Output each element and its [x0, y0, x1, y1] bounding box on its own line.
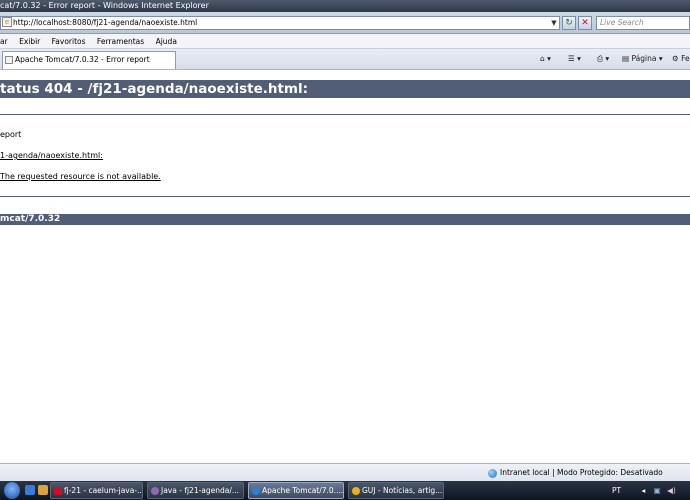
zone-text: Intranet local | Modo Protegido: Desativ… [500, 468, 663, 477]
menu-item-help[interactable]: Ajuda [156, 34, 177, 49]
tools-menu-label: Fe [681, 54, 690, 63]
address-url: http://localhost:8080/fj21-agenda/naoexi… [13, 18, 198, 27]
menu-item-favorites[interactable]: Favoritos [52, 34, 86, 49]
chevron-down-icon: ▾ [658, 54, 663, 63]
menu-item-edit[interactable]: ar [0, 34, 8, 49]
tray-arrow-icon[interactable]: ◂ [642, 486, 646, 495]
divider-bottom [0, 196, 690, 197]
page-menu-button[interactable]: ▤ Página ▾ [622, 53, 663, 65]
zone-indicator[interactable]: Intranet local | Modo Protegido: Desativ… [488, 464, 663, 482]
quicklaunch-ie-icon[interactable] [25, 485, 35, 495]
address-input[interactable]: http://localhost:8080/fj21-agenda/naoexi… [0, 16, 560, 30]
chrome-icon [352, 487, 360, 495]
page-menu-label: Página [631, 54, 657, 63]
window-title: cat/7.0.32 - Error report - Windows Inte… [0, 1, 209, 10]
window-title-bar: cat/7.0.32 - Error report - Windows Inte… [0, 0, 690, 12]
address-toolbar: http://localhost:8080/fj21-agenda/naoexi… [0, 12, 690, 34]
page-icon: e [2, 17, 12, 27]
address-dropdown-icon[interactable]: ▼ [549, 17, 559, 29]
tab-active[interactable]: Apache Tomcat/7.0.32 - Error report [2, 51, 176, 69]
pdf-icon [54, 487, 62, 495]
globe-icon [488, 469, 497, 478]
taskbar-item-label: Apache Tomcat/7.0.... [262, 486, 344, 495]
taskbar-item-label: Java - fj21-agenda/... [161, 486, 240, 495]
tools-menu-button[interactable]: ⚙ Fe [672, 53, 690, 65]
home-icon[interactable]: ⌂ ▾ [540, 53, 551, 65]
taskbar-item-label: fj-21 - caelum-java-... [64, 486, 143, 495]
divider [0, 114, 690, 115]
menu-item-view[interactable]: Exibir [19, 34, 40, 49]
taskbar-item-pdf[interactable]: fj-21 - caelum-java-... [50, 482, 143, 499]
tools-gear-icon: ⚙ [672, 54, 679, 63]
menu-item-tools[interactable]: Ferramentas [97, 34, 144, 49]
description-line: The requested resource is not available. [0, 172, 161, 181]
ie-icon [252, 487, 260, 495]
menu-bar: ar Exibir Favoritos Ferramentas Ajuda [0, 34, 690, 49]
taskbar: fj-21 - caelum-java-... Java - fj21-agen… [0, 481, 690, 500]
language-indicator[interactable]: PT [612, 486, 621, 495]
taskbar-item-label: GUJ - Notícias, artig... [362, 486, 443, 495]
tab-page-icon [5, 56, 13, 64]
taskbar-item-eclipse[interactable]: Java - fj21-agenda/... [147, 482, 244, 499]
page-content: tatus 404 - /fj21-agenda/naoexiste.html:… [0, 71, 690, 463]
volume-icon[interactable]: ◀) [667, 486, 676, 495]
quicklaunch-folder-icon[interactable] [38, 485, 48, 495]
system-tray: PT ◂ ▣ ◀) [612, 482, 690, 499]
type-line: eport [0, 130, 22, 139]
message-line: 1-agenda/naoexiste.html: [0, 151, 103, 160]
refresh-button[interactable]: ↻ [562, 16, 576, 30]
tab-bar: Apache Tomcat/7.0.32 - Error report ⌂ ▾ … [0, 49, 690, 70]
print-icon[interactable]: ⎙ ▾ [597, 53, 609, 65]
page-heading: tatus 404 - /fj21-agenda/naoexiste.html: [0, 80, 690, 98]
start-button[interactable] [4, 482, 20, 499]
tab-title: Apache Tomcat/7.0.32 - Error report [15, 55, 150, 64]
feeds-icon[interactable]: ☰ ▾ [568, 53, 581, 65]
page-menu-icon: ▤ [622, 54, 630, 63]
server-footer: mcat/7.0.32 [0, 214, 690, 225]
taskbar-item-chrome[interactable]: GUJ - Notícias, artig... [348, 482, 444, 499]
taskbar-item-ie[interactable]: Apache Tomcat/7.0.... [248, 482, 344, 499]
search-placeholder: Live Search [600, 18, 644, 27]
stop-button[interactable]: ✕ [578, 16, 592, 30]
eclipse-icon [151, 487, 159, 495]
status-bar: Intranet local | Modo Protegido: Desativ… [0, 463, 690, 481]
search-input[interactable]: Live Search [596, 16, 690, 30]
network-icon[interactable]: ▣ [654, 486, 661, 495]
